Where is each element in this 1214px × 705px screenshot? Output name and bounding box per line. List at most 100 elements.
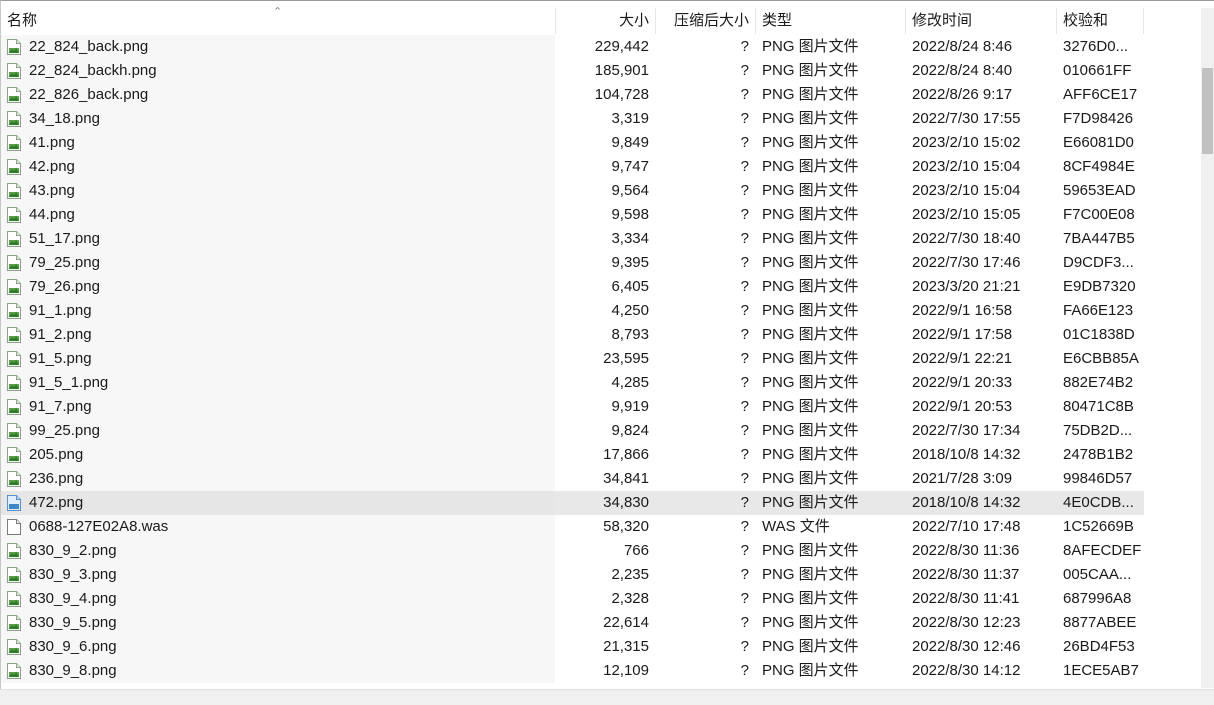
png-file-icon xyxy=(7,543,21,559)
file-size: 9,849 xyxy=(611,134,649,151)
file-size: 2,328 xyxy=(611,590,649,607)
column-checksum[interactable]: 校验和 xyxy=(1057,8,1144,34)
file-row[interactable]: 22_824_back.png 229,442? PNG 图片文件 2022/8/24… xyxy=(1,35,1144,59)
file-type: PNG 图片文件 xyxy=(762,182,859,199)
file-row[interactable]: 44.png 9,598? PNG 图片文件 2023/2/10 15:05 F7C00… xyxy=(1,203,1144,227)
file-row[interactable]: 51_17.png 3,334? PNG 图片文件 2022/7/30 18:40 7B… xyxy=(1,227,1144,251)
file-row[interactable]: 41.png 9,849? PNG 图片文件 2023/2/10 15:02 E6608… xyxy=(1,131,1144,155)
file-row[interactable]: 91_5.png 23,595? PNG 图片文件 2022/9/1 22:21 E6C… xyxy=(1,347,1144,371)
png-file-icon xyxy=(7,87,21,103)
file-name: 91_5_1.png xyxy=(29,374,109,391)
file-packed-size: ? xyxy=(740,422,749,439)
file-row[interactable]: 43.png 9,564? PNG 图片文件 2023/2/10 15:04 59653… xyxy=(1,179,1144,203)
file-size: 12,109 xyxy=(603,662,649,679)
png-file-icon xyxy=(7,375,21,391)
file-row[interactable]: 236.png 34,841? PNG 图片文件 2021/7/28 3:09 9984… xyxy=(1,467,1144,491)
column-type[interactable]: 类型 xyxy=(756,8,906,34)
file-name-cell: 91_5.png xyxy=(1,347,555,371)
file-packed-size: ? xyxy=(740,662,749,679)
file-size: 8,793 xyxy=(611,326,649,343)
file-name-cell: 43.png xyxy=(1,179,555,203)
column-packed-size[interactable]: 压缩后大小 xyxy=(656,8,756,34)
file-row[interactable]: 22_824_backh.png 185,901? PNG 图片文件 2022/8/2… xyxy=(1,59,1144,83)
file-modified: 2023/2/10 15:02 xyxy=(912,134,1021,151)
file-name: 91_5.png xyxy=(29,350,92,367)
file-size: 9,395 xyxy=(611,254,649,271)
file-size: 21,315 xyxy=(603,638,649,655)
file-size: 3,319 xyxy=(611,110,649,127)
file-checksum: D9CDF3... xyxy=(1063,254,1134,271)
file-row[interactable]: 830_9_2.png 766? PNG 图片文件 2022/8/30 11:36 8A… xyxy=(1,539,1144,563)
vertical-scrollbar[interactable] xyxy=(1201,8,1214,688)
file-type: PNG 图片文件 xyxy=(762,542,859,559)
file-size: 9,747 xyxy=(611,158,649,175)
file-checksum: E66081D0 xyxy=(1063,134,1134,151)
file-row[interactable]: 91_1.png 4,250? PNG 图片文件 2022/9/1 16:58 FA66… xyxy=(1,299,1144,323)
png-file-icon xyxy=(7,615,21,631)
file-type: PNG 图片文件 xyxy=(762,422,859,439)
file-type: PNG 图片文件 xyxy=(762,350,859,367)
file-row[interactable]: 79_25.png 9,395? PNG 图片文件 2022/7/30 17:46 D9… xyxy=(1,251,1144,275)
file-row[interactable]: 472.png 34,830? PNG 图片文件 2018/10/8 14:32 4E0… xyxy=(1,491,1144,515)
file-checksum: 1ECE5AB7 xyxy=(1063,662,1139,679)
file-name-cell: 830_9_2.png xyxy=(1,539,555,563)
file-type: PNG 图片文件 xyxy=(762,494,859,511)
file-modified: 2022/8/30 11:41 xyxy=(912,590,1020,607)
file-name: 44.png xyxy=(29,206,75,223)
file-row[interactable]: 91_5_1.png 4,285? PNG 图片文件 2022/9/1 20:33 88… xyxy=(1,371,1144,395)
file-name: 34_18.png xyxy=(29,110,100,127)
file-row[interactable]: 830_9_4.png 2,328? PNG 图片文件 2022/8/30 11:41… xyxy=(1,587,1144,611)
png-file-icon xyxy=(7,135,21,151)
file-row[interactable]: 91_2.png 8,793? PNG 图片文件 2022/9/1 17:58 01C1… xyxy=(1,323,1144,347)
file-name-cell: 830_9_6.png xyxy=(1,635,555,659)
file-size: 4,250 xyxy=(611,302,649,319)
file-modified: 2022/9/1 20:53 xyxy=(912,398,1013,415)
file-size: 104,728 xyxy=(594,86,649,103)
file-row[interactable]: 34_18.png 3,319? PNG 图片文件 2022/7/30 17:55 F7… xyxy=(1,107,1144,131)
file-row[interactable]: 42.png 9,747? PNG 图片文件 2023/2/10 15:04 8CF49… xyxy=(1,155,1144,179)
file-row[interactable]: 91_7.png 9,919? PNG 图片文件 2022/9/1 20:53 8047… xyxy=(1,395,1144,419)
file-row[interactable]: 830_9_6.png 21,315? PNG 图片文件 2022/8/30 12:4… xyxy=(1,635,1144,659)
column-modified[interactable]: 修改时间 xyxy=(906,8,1057,34)
file-name-cell: 79_25.png xyxy=(1,251,555,275)
file-type: PNG 图片文件 xyxy=(762,470,859,487)
file-packed-size: ? xyxy=(740,206,749,223)
file-name-cell: 79_26.png xyxy=(1,275,555,299)
file-checksum: E9DB7320 xyxy=(1063,278,1136,295)
file-type: PNG 图片文件 xyxy=(762,134,859,151)
png-file-icon xyxy=(7,231,21,247)
file-type: PNG 图片文件 xyxy=(762,638,859,655)
file-modified: 2022/8/26 9:17 xyxy=(912,86,1013,103)
file-modified: 2022/7/30 17:46 xyxy=(912,254,1021,271)
file-checksum: 4E0CDB... xyxy=(1063,494,1134,511)
file-packed-size: ? xyxy=(740,254,749,271)
file-modified: 2022/7/30 17:34 xyxy=(912,422,1021,439)
file-name: 830_9_8.png xyxy=(29,662,117,679)
file-row[interactable]: 205.png 17,866? PNG 图片文件 2018/10/8 14:32 247… xyxy=(1,443,1144,467)
file-row[interactable]: 22_826_back.png 104,728? PNG 图片文件 2022/8/26… xyxy=(1,83,1144,107)
file-checksum: 80471C8B xyxy=(1063,398,1134,415)
sort-ascending-icon: ⌃ xyxy=(273,6,283,18)
file-name-cell: 41.png xyxy=(1,131,555,155)
file-row[interactable]: 0688-127E02A8.was 58,320? WAS 文件 2022/7/10 … xyxy=(1,515,1144,539)
file-row[interactable]: 830_9_3.png 2,235? PNG 图片文件 2022/8/30 11:37… xyxy=(1,563,1144,587)
file-name-cell: 51_17.png xyxy=(1,227,555,251)
column-type-label: 类型 xyxy=(762,12,793,29)
column-size[interactable]: 大小 xyxy=(556,8,656,34)
file-size: 9,564 xyxy=(611,182,649,199)
file-modified: 2023/2/10 15:04 xyxy=(912,158,1021,175)
file-name: 42.png xyxy=(29,158,75,175)
file-row[interactable]: 79_26.png 6,405? PNG 图片文件 2023/3/20 21:21 E9… xyxy=(1,275,1144,299)
file-row[interactable]: 830_9_8.png 12,109? PNG 图片文件 2022/8/30 14:1… xyxy=(1,659,1144,683)
vertical-scrollbar-thumb[interactable] xyxy=(1202,68,1213,154)
file-checksum: FA66E123 xyxy=(1063,302,1134,319)
horizontal-scrollbar[interactable] xyxy=(0,689,1214,705)
file-row[interactable]: 830_9_5.png 22,614? PNG 图片文件 2022/8/30 12:2… xyxy=(1,611,1144,635)
column-name-label: 名称 xyxy=(7,12,38,29)
file-row[interactable]: 99_25.png 9,824? PNG 图片文件 2022/7/30 17:34 75… xyxy=(1,419,1144,443)
file-name: 22_824_backh.png xyxy=(29,62,157,79)
file-type: PNG 图片文件 xyxy=(762,614,859,631)
file-name: 22_824_back.png xyxy=(29,38,149,55)
file-type: PNG 图片文件 xyxy=(762,566,859,583)
file-type: PNG 图片文件 xyxy=(762,110,859,127)
